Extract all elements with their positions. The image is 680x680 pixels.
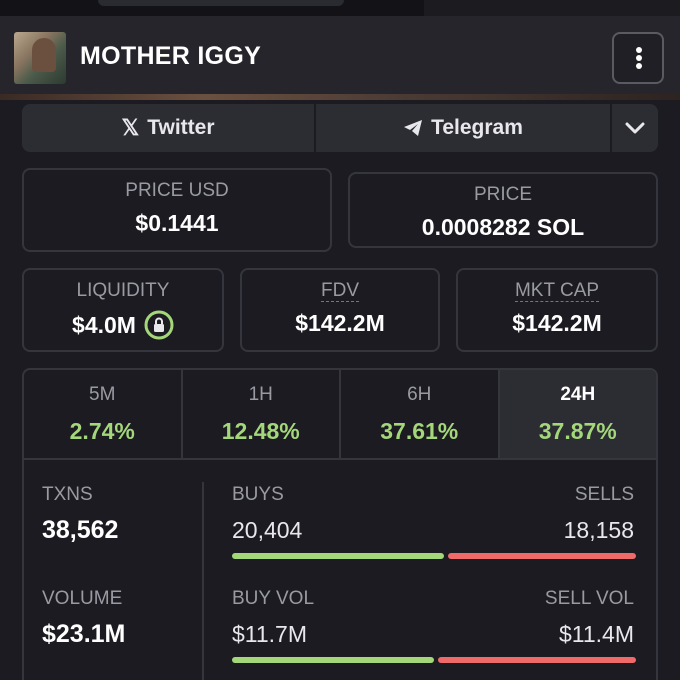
sells-bar [448, 553, 636, 559]
price-change: 37.87% [538, 418, 617, 444]
tab-24h[interactable]: 24H 37.87% [499, 370, 656, 458]
more-links-button[interactable] [612, 104, 658, 152]
telegram-icon [404, 120, 423, 136]
lock-icon[interactable] [144, 310, 174, 340]
price-change: 37.61% [380, 418, 459, 444]
address-bar[interactable] [98, 0, 344, 6]
token-name: MOTHER IGGY [80, 42, 262, 70]
telegram-label: Telegram [431, 116, 523, 139]
twitter-label: Twitter [147, 116, 215, 139]
liquidity-card: LIQUIDITY $4.0M [22, 268, 224, 352]
sells-value: 18,158 [563, 517, 634, 543]
price-native-value: 0.0008282 SOL [421, 214, 585, 240]
chevron-down-icon [625, 122, 645, 134]
price-change: 12.48% [221, 418, 300, 444]
fdv-card: FDV $142.2M [240, 268, 440, 352]
header-banner [0, 94, 680, 100]
x-logo-icon: 𝕏 [121, 115, 140, 140]
sell-vol-label: SELL VOL [544, 588, 634, 609]
mkt-cap-card: MKT CAP $142.2M [456, 268, 658, 352]
social-links: 𝕏 Twitter Telegram [22, 104, 658, 152]
price-usd-label: PRICE USD [125, 180, 229, 201]
buy-vol-label: BUY VOL [232, 588, 315, 609]
buy-vol-value: $11.7M [232, 621, 308, 647]
txns-label: TXNS [42, 484, 93, 505]
top-strip-right [424, 0, 680, 16]
buys-bar [232, 553, 444, 559]
twitter-button[interactable]: 𝕏 Twitter [22, 104, 316, 152]
tab-label: 1H [248, 384, 273, 405]
more-menu-button[interactable] [612, 32, 664, 84]
volume-label: VOLUME [42, 588, 123, 609]
stats-divider [202, 482, 204, 680]
mkt-cap-label[interactable]: MKT CAP [514, 281, 600, 302]
price-change: 2.74% [69, 418, 135, 444]
transaction-stats: TXNS 38,562 BUYS SELLS 20,404 18,158 VOL… [22, 460, 658, 680]
tab-1h[interactable]: 1H 12.48% [183, 370, 341, 458]
volume-value: $23.1M [42, 620, 126, 648]
timeframe-tabs: 5M 2.74% 1H 12.48% 6H 37.61% 24H 37.87% [22, 368, 658, 460]
fdv-value: $142.2M [295, 310, 385, 336]
token-avatar [14, 32, 66, 84]
tab-5m[interactable]: 5M 2.74% [24, 370, 183, 458]
sells-label: SELLS [574, 484, 634, 505]
token-header: MOTHER IGGY [0, 16, 680, 100]
top-strip [0, 0, 680, 16]
fdv-label[interactable]: FDV [321, 281, 359, 302]
tab-label: 5M [89, 384, 116, 405]
liquidity-label: LIQUIDITY [76, 280, 170, 301]
liquidity-value: $4.0M [72, 311, 136, 338]
price-usd-value: $0.1441 [135, 210, 219, 236]
telegram-button[interactable]: Telegram [316, 104, 612, 152]
price-native-label: PRICE [473, 184, 533, 205]
buys-label: BUYS [232, 484, 284, 505]
sell-vol-value: $11.4M [558, 621, 634, 647]
mkt-cap-value: $142.2M [512, 310, 602, 336]
buys-value: 20,404 [232, 517, 303, 543]
tab-6h[interactable]: 6H 37.61% [341, 370, 500, 458]
price-native-card: PRICE 0.0008282 SOL [348, 172, 658, 248]
price-usd-card: PRICE USD $0.1441 [22, 168, 332, 252]
txns-value: 38,562 [42, 516, 119, 544]
buy-vol-bar [232, 657, 434, 663]
tab-label: 6H [407, 384, 432, 405]
sell-vol-bar [438, 657, 636, 663]
tab-label: 24H [560, 384, 596, 405]
